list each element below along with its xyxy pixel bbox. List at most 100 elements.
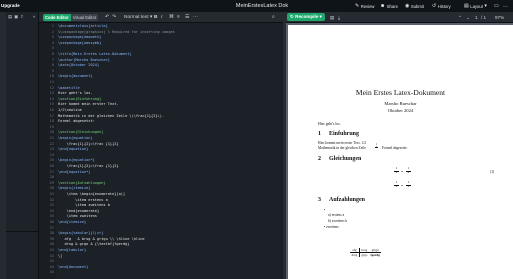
line-number: 7 [51, 57, 54, 62]
layout-button[interactable]: ▤ Layout ▾ [464, 0, 487, 12]
line-number: 38 [49, 231, 54, 236]
code-line[interactable]: \end{enumerate} [58, 209, 99, 213]
code-editor[interactable]: \documentclass{article} %\usepackage[grap… [56, 23, 283, 279]
code-line[interactable]: Mathematik in der gleichen Zeile \(\frac… [58, 114, 164, 118]
recompile-button[interactable]: ↻ Recompile ▾ [287, 13, 325, 21]
line-number: 37 [49, 225, 54, 230]
editor-mode-toggle[interactable]: Code Editor Visual Editor [43, 14, 99, 21]
code-line[interactable]: drsg & grgo & {\textbf{fgerdg} [58, 242, 129, 246]
list-icon[interactable]: ≡ [177, 12, 180, 23]
code-line[interactable]: afg & brsg & grtgu \\ \hline \hline [58, 237, 144, 241]
share-button[interactable]: ☻ Share [380, 0, 398, 12]
line-number: 23 [49, 147, 54, 152]
code-line[interactable]: \section{Gleichungen} [58, 130, 103, 134]
code-line[interactable]: \frac{1}{2}=\frac {1}{2} [58, 164, 119, 168]
code-line[interactable]: Hier geht's los. [58, 91, 93, 95]
line-number: 18 [49, 119, 54, 124]
table-row: drsg grgo fgerdg [350, 252, 381, 257]
line-number: 36 [49, 220, 54, 224]
history-icon: ↺ [432, 3, 437, 9]
code-line[interactable]: \end{itemize} [58, 220, 86, 224]
code-line[interactable]: \item zweitens b [58, 203, 110, 207]
pdf-equation-1-right: 12 [406, 166, 411, 175]
code-line[interactable]: \usepackage{amsmath} [58, 35, 101, 39]
code-line[interactable]: Hier kommt mein erster Text. [58, 102, 119, 106]
collapse-icon[interactable]: « [33, 14, 36, 19]
line-number: 32 [49, 197, 54, 202]
new-file-icon[interactable]: ▤ [8, 14, 12, 20]
zoom-select[interactable]: 97% [495, 12, 504, 23]
pdf-item-bullet: • [324, 208, 326, 212]
file-tree-divider [6, 231, 39, 232]
undo-icon[interactable]: ↶ [105, 12, 109, 23]
page-number-input[interactable]: 1 [475, 12, 478, 23]
code-line[interactable]: \documentclass{article} [58, 24, 108, 28]
link-icon[interactable]: ⌘ [169, 12, 174, 23]
page-up-icon[interactable]: ⌃ [458, 12, 462, 23]
code-line[interactable]: %\usepackage[graphicx] % Required for in… [58, 30, 175, 34]
code-line[interactable]: \begin{equation*} [58, 158, 95, 162]
code-line[interactable]: \section{Aufzahlungen} [58, 181, 106, 185]
code-line[interactable]: 1/2\newline [58, 108, 82, 112]
visual-editor-tab[interactable]: Visual Editor [70, 14, 99, 21]
code-line[interactable]: \] [58, 254, 62, 258]
search-icon[interactable]: ⌕ [272, 12, 275, 23]
new-folder-icon[interactable]: ▣ [14, 14, 18, 20]
pdf-section-1-title: Einfuhrung [329, 131, 360, 137]
code-line[interactable]: \end{equation*} [58, 170, 90, 174]
code-line[interactable]: \item erstens a [58, 198, 107, 202]
redo-icon[interactable]: ↷ [112, 12, 116, 23]
bold-button[interactable]: B [154, 12, 157, 23]
code-line[interactable]: \date{Oktober 2024} [58, 63, 99, 67]
logs-icon[interactable]: ▤ [330, 12, 334, 23]
line-number: 45 [49, 270, 54, 275]
code-editor-tab[interactable]: Code Editor [43, 14, 71, 21]
line-number: 27 [49, 169, 54, 174]
pdf-section-3-title: Aufzahlungen [329, 197, 366, 203]
code-line[interactable]: \end{tabular} [58, 248, 86, 252]
code-line[interactable]: \section{Einfuhrung} [58, 97, 101, 101]
code-line[interactable]: \author{Marsho Bueschar} [58, 58, 110, 62]
review-button[interactable]: ✎ Review [355, 0, 374, 12]
pdf-section-2-number: 2 [318, 156, 321, 162]
pdf-section-1-text-3: . Formel abgesetzt: [380, 146, 408, 150]
code-line[interactable]: Formel abgesetzt: [58, 119, 95, 123]
line-number: 30 [49, 186, 54, 191]
line-number: 33 [49, 203, 54, 208]
format-select[interactable]: Normal text ▾ [124, 12, 152, 23]
code-line[interactable]: \item \begin{enumerate}[a)] [58, 192, 125, 196]
code-line[interactable]: \maketitle [58, 86, 80, 90]
numbered-list-icon[interactable]: ☰ [185, 12, 189, 23]
code-line[interactable]: \usepackage{amssymb} [58, 41, 101, 45]
download-icon[interactable]: ⤓ [338, 12, 340, 23]
code-line[interactable]: \end{equation} [58, 147, 88, 151]
upload-icon[interactable]: ⇪ [20, 14, 24, 20]
document-title[interactable]: MeinErstesLatex Dok [212, 0, 312, 12]
history-button[interactable]: ↺ History [432, 0, 451, 12]
chat-button[interactable]: ▭ [494, 0, 499, 12]
code-line[interactable]: \begin{document} [58, 74, 93, 78]
code-line[interactable]: \begin{equation} [58, 136, 93, 140]
pdf-section-2-title: Gleichungen [329, 156, 362, 162]
code-line[interactable]: \frac{1}{2}=\frac {1}{2} [58, 142, 119, 146]
upgrade-button[interactable]: Upgrade [0, 1, 20, 11]
pdf-equation-2-left: 12 [394, 180, 399, 189]
line-number: 40 [49, 242, 54, 247]
more-button[interactable]: … [503, 0, 508, 12]
line-number: 1 [51, 24, 54, 28]
page-down-icon[interactable]: ⌄ [466, 12, 470, 23]
italic-button[interactable]: I [161, 12, 162, 23]
layout-icon: ▤ [464, 3, 469, 9]
code-line[interactable]: \begin{tabular}{l|cr} [58, 231, 103, 235]
code-line[interactable]: \begin{itemize} [58, 186, 90, 190]
table-row: afg brsg grtgu [350, 248, 382, 253]
pdf-equation-2-right: 12 [406, 180, 411, 189]
submit-button[interactable]: ◉ Submit [405, 0, 424, 12]
code-line[interactable]: \title{Mein Erstes Latex-Dokument} [58, 52, 132, 56]
line-number: 22 [49, 141, 54, 146]
line-number-gutter: 1 2 3 4 5 6 7 8 9 10 11 12 13 14 15 16 17 18 19 20 21 22 23 24 2… [39, 23, 56, 279]
line-number: 3 [51, 35, 54, 40]
code-line[interactable]: \end{document} [58, 265, 88, 269]
more-options-icon[interactable]: ⋯ [193, 12, 198, 23]
code-line[interactable]: \item zweitens [58, 214, 97, 218]
